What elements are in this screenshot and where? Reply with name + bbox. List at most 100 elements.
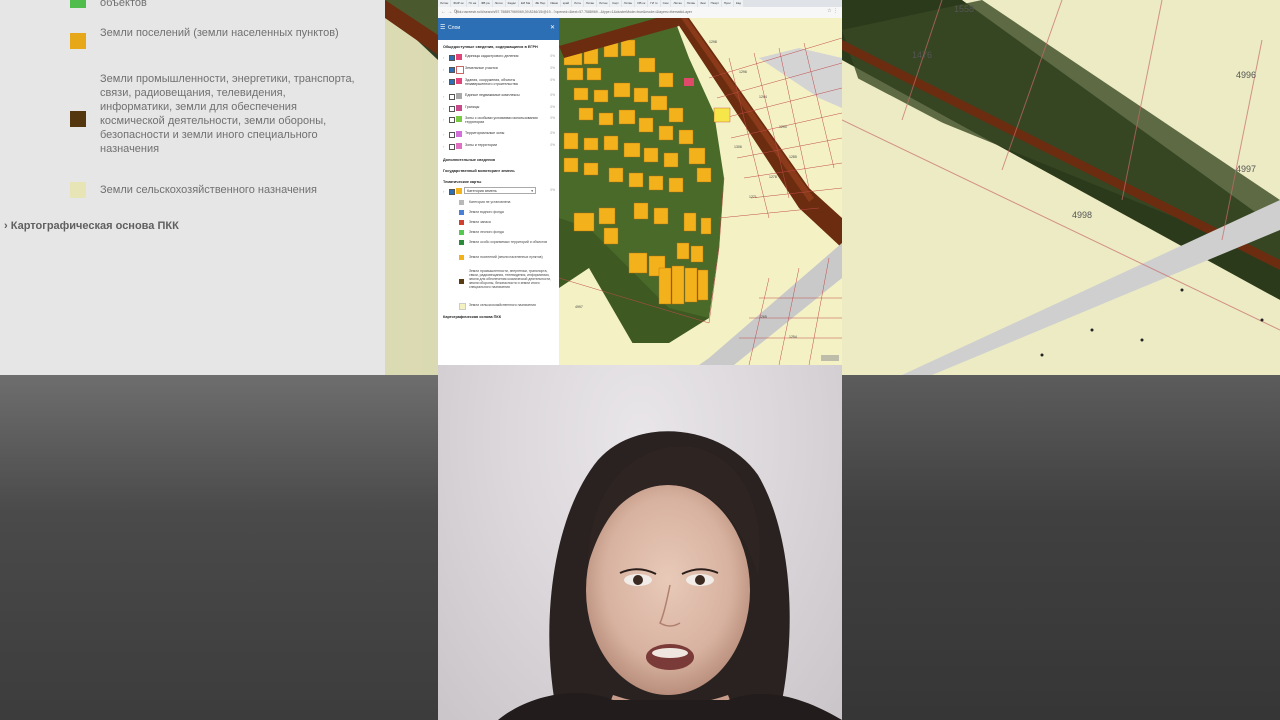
legend-label: Земли лесного фонда <box>469 230 504 234</box>
legend-label: Земли особо охраняемых территорий и объе… <box>469 240 548 244</box>
expand-arrow-icon[interactable]: › <box>443 189 444 194</box>
layer-swatch <box>456 93 462 99</box>
layer-checkbox[interactable] <box>449 106 455 112</box>
browser-tab[interactable]: ОВ ок <box>635 0 648 7</box>
bg-map-label-4998: 4998 <box>1072 210 1092 220</box>
expand-arrow-icon[interactable]: › <box>443 106 444 111</box>
chevron-down-icon: ▾ <box>531 189 533 193</box>
thematic-opacity[interactable]: 0% <box>550 188 555 192</box>
browser-tab[interactable]: Кад <box>733 0 744 7</box>
legend-swatch <box>459 240 464 245</box>
bg-map-label-4997: 4997 <box>1236 164 1256 174</box>
expand-arrow-icon[interactable]: › <box>443 144 444 149</box>
browser-menu-icon[interactable]: ☆ ⋮ <box>827 8 838 14</box>
expand-arrow-icon[interactable]: › <box>443 55 444 60</box>
browser-tab[interactable]: Кадас <box>505 0 518 7</box>
map-label: 1290 <box>779 125 787 129</box>
browser-tab[interactable]: Пкарт <box>708 0 721 7</box>
browser-tab[interactable]: ЕИ Ма <box>518 0 533 7</box>
close-icon[interactable]: ✕ <box>550 24 555 31</box>
layer-special-zones[interactable]: › Зоны с особыми условиями использования… <box>443 116 555 128</box>
layer-swatch <box>456 105 462 111</box>
layer-zones-territories[interactable]: › Зоны и территории 0% <box>443 143 555 153</box>
legend-label: Земли промышленности, энергетики, трансп… <box>469 269 551 289</box>
browser-tab[interactable]: Прос <box>721 0 733 7</box>
layers-panel-title: Слои <box>448 25 461 31</box>
bg-left-map-edge <box>385 0 438 375</box>
layer-opacity[interactable]: 0% <box>550 93 555 97</box>
browser-tab[interactable]: ФВ ра <box>479 0 492 7</box>
layer-checkbox[interactable] <box>449 67 455 73</box>
menu-icon[interactable]: ☰ <box>440 24 445 31</box>
layer-swatch <box>456 131 462 137</box>
browser-tab[interactable]: ФНР ок <box>451 0 466 7</box>
browser-tab[interactable]: Литан <box>597 0 610 7</box>
layer-opacity[interactable]: 0% <box>550 116 555 120</box>
browser-tab[interactable]: Карт <box>610 0 621 7</box>
map-label: 1271 <box>749 195 757 199</box>
expand-arrow-icon[interactable]: › <box>443 79 444 84</box>
layer-swatch <box>456 116 462 122</box>
browser-tab[interactable]: Литан <box>621 0 635 7</box>
expand-arrow-icon[interactable]: › <box>443 132 444 137</box>
map-label: 1285 <box>789 155 797 159</box>
layer-checkbox[interactable] <box>449 132 455 138</box>
expand-arrow-icon[interactable]: › <box>443 94 444 99</box>
layer-cadastral-units[interactable]: › Единицы кадастрового деления 0% <box>443 54 555 64</box>
layer-checkbox[interactable] <box>449 144 455 150</box>
browser-tab[interactable]: Зем <box>698 0 708 7</box>
map-label: 1298 <box>709 40 717 44</box>
cadastral-map[interactable]: 1298 1296 1294 1290 1285 1306 1278 1271 … <box>558 13 842 365</box>
browser-tab[interactable]: Литан <box>583 0 597 7</box>
browser-tab[interactable]: ГИ тк <box>648 0 660 7</box>
browser-tab[interactable]: край <box>560 0 572 7</box>
layer-label: Границы <box>465 105 480 109</box>
browser-tab[interactable]: Литан <box>684 0 698 7</box>
section-extra[interactable]: Дополнительные сведения <box>443 158 495 162</box>
layer-opacity[interactable]: 0% <box>550 105 555 109</box>
layer-unified-complexes[interactable]: › Единые недвижимые комплексы 0% <box>443 93 555 103</box>
browser-tab[interactable]: ГК на <box>466 0 479 7</box>
browser-tab[interactable]: Ивам <box>548 0 560 7</box>
section-egrn[interactable]: Общедоступные сведения, содержащиеся в Е… <box>443 45 538 49</box>
browser-tab[interactable]: ЗЕ Пер <box>533 0 548 7</box>
legend-label: Земли поселений (земли населенных пункто… <box>469 255 543 259</box>
legend-swatch <box>459 210 464 215</box>
layer-territorial-zones[interactable]: › Территориальные зоны 0% <box>443 131 555 141</box>
layer-opacity[interactable]: 0% <box>550 78 555 82</box>
layer-land-plots[interactable]: › Земельные участки 0% <box>443 66 555 76</box>
thematic-checkbox[interactable] <box>449 189 455 195</box>
section-thematic[interactable]: Тематические карты <box>443 180 481 184</box>
layer-checkbox[interactable] <box>449 55 455 61</box>
layer-opacity[interactable]: 0% <box>550 54 555 58</box>
layer-opacity[interactable]: 0% <box>550 66 555 70</box>
thematic-select[interactable]: Категория земель ▾ <box>464 187 536 194</box>
address-url[interactable]: pkk.rosreestr.ru/#/search/57.75889796906… <box>456 9 776 16</box>
browser-tab[interactable]: Сем <box>660 0 671 7</box>
browser-tab[interactable]: Литан <box>671 0 684 7</box>
map-label: 1294 <box>759 95 767 99</box>
layer-label: Зоны и территории <box>465 143 497 147</box>
layer-opacity[interactable]: 0% <box>550 131 555 135</box>
section-base-map[interactable]: Картографическая основа ПКК <box>443 315 501 319</box>
legend-label: Земли водного фонда <box>469 210 504 214</box>
browser-tab[interactable]: Логин <box>492 0 505 7</box>
layer-checkbox[interactable] <box>449 117 455 123</box>
layer-label: Земельные участки <box>465 66 498 70</box>
layer-boundaries[interactable]: › Границы 0% <box>443 105 555 115</box>
map-label: 1306 <box>734 145 742 149</box>
section-monitoring[interactable]: Государственный мониторинг земель <box>443 169 515 173</box>
expand-arrow-icon[interactable]: › <box>443 117 444 122</box>
webcam-feed <box>438 365 842 720</box>
layer-checkbox[interactable] <box>449 79 455 85</box>
expand-arrow-icon[interactable]: › <box>443 67 444 72</box>
browser-tab[interactable]: Лита <box>572 0 583 7</box>
layer-swatch <box>456 143 462 149</box>
layer-opacity[interactable]: 0% <box>550 143 555 147</box>
map-label: 1296 <box>739 70 747 74</box>
layer-checkbox[interactable] <box>449 94 455 100</box>
legend-swatch <box>459 303 466 310</box>
layer-buildings[interactable]: › Здания, сооружения, объекты незавершен… <box>443 78 555 92</box>
browser-tab-strip: Литан ФНР ок ГК на ФВ ра Логин Кадас ЕИ … <box>438 0 842 7</box>
browser-tab[interactable]: Литан <box>438 0 451 7</box>
